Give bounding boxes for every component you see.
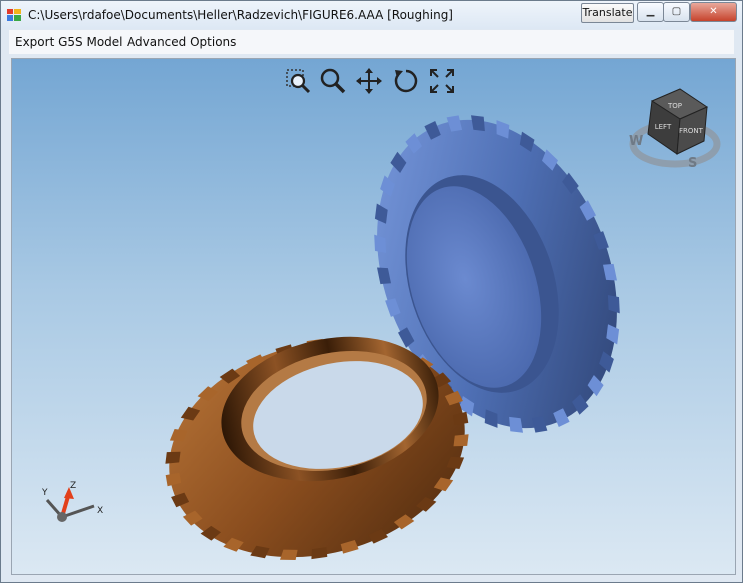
title-bar[interactable]: C:\Users\rdafoe\Documents\Heller\Radzevi…	[1, 1, 742, 29]
menu-bar: Export G5S Model Advanced Options	[9, 30, 734, 54]
view-cube[interactable]: TOP FRONT LEFT W S	[629, 88, 721, 171]
gear-scene: TOP FRONT LEFT W S X Y Z	[41, 88, 721, 560]
menu-export-g5s-model[interactable]: Export G5S Model	[15, 35, 123, 49]
translate-button[interactable]: Translate	[581, 3, 634, 23]
axis-z-label: Z	[70, 481, 76, 491]
view-cube-left-label: LEFT	[655, 123, 672, 131]
close-button[interactable]: ✕	[690, 2, 737, 22]
compass-south-label: S	[688, 156, 697, 171]
gear-tooth	[165, 451, 181, 464]
view-cube-front-label: FRONT	[679, 127, 704, 135]
axis-x-label: X	[97, 506, 103, 516]
menu-advanced-options[interactable]: Advanced Options	[127, 35, 236, 49]
gear-tooth	[453, 434, 469, 447]
compass-west-label: W	[629, 134, 643, 149]
app-window: C:\Users\rdafoe\Documents\Heller\Radzevi…	[0, 0, 743, 583]
window-title: C:\Users\rdafoe\Documents\Heller\Radzevi…	[28, 8, 453, 22]
maximize-button[interactable]: ▢	[663, 2, 690, 22]
minimize-button[interactable]: ▁	[637, 2, 664, 22]
gear-tooth	[311, 547, 328, 560]
3d-viewport[interactable]: TOP FRONT LEFT W S X Y Z	[11, 58, 736, 575]
view-cube-top-label: TOP	[667, 102, 682, 110]
app-icon	[7, 9, 21, 21]
axis-triad: X Y Z	[41, 481, 103, 522]
axis-y-label: Y	[41, 488, 48, 498]
